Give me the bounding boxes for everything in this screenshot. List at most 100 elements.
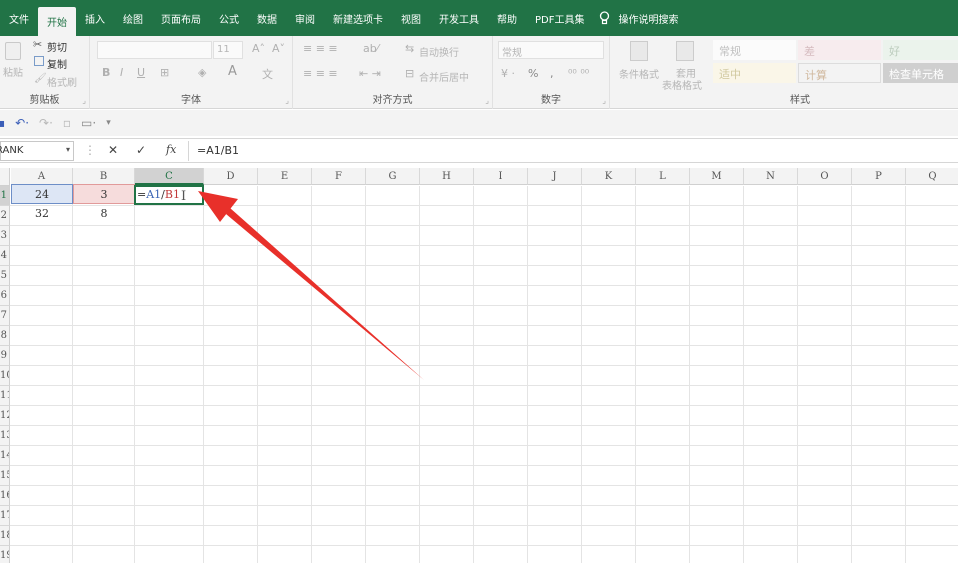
underline-button[interactable]: U (137, 66, 145, 79)
paste-icon[interactable] (5, 42, 21, 60)
worksheet-grid[interactable]: ABCDEFGHIJKLMNOPQ 1234567891011121314151… (0, 168, 958, 563)
italic-button[interactable]: I (120, 66, 123, 79)
currency-icon[interactable]: ¥ · (501, 67, 515, 80)
undo-icon[interactable]: ↶· (15, 116, 29, 130)
tab-file[interactable]: 文件 (0, 0, 38, 36)
border-icon[interactable]: ⊞ (160, 66, 169, 79)
number-format-select[interactable]: 常规 (498, 41, 604, 59)
format-painter-button[interactable]: 格式刷 (47, 74, 77, 89)
row-header-9[interactable]: 9 (0, 346, 10, 366)
column-header-d[interactable]: D (204, 168, 258, 185)
row-header-7[interactable]: 7 (0, 306, 10, 326)
cell-b1[interactable]: 3 (73, 184, 135, 204)
column-header-b[interactable]: B (73, 168, 135, 185)
tab-data[interactable]: 数据 (248, 0, 286, 36)
cancel-icon[interactable]: ✕ (108, 143, 118, 157)
enter-icon[interactable]: ✓ (136, 143, 146, 157)
row-header-2[interactable]: 2 (0, 206, 10, 226)
row-header-5[interactable]: 5 (0, 266, 10, 286)
wrap-text-icon[interactable]: ⇆ (405, 42, 414, 55)
insert-function-icon[interactable]: fx (166, 143, 176, 156)
column-header-j[interactable]: J (528, 168, 582, 185)
column-header-p[interactable]: P (852, 168, 906, 185)
bold-button[interactable]: B (102, 66, 110, 79)
orientation-icon[interactable]: ab⁄ (363, 42, 379, 55)
tab-view[interactable]: 视图 (392, 0, 430, 36)
launcher-icon[interactable]: ⌟ (602, 96, 606, 105)
column-header-m[interactable]: M (690, 168, 744, 185)
style-calculation[interactable]: 计算 (798, 63, 881, 83)
row-header-11[interactable]: 11 (0, 386, 10, 406)
align-top-icon[interactable]: ≡ ≡ ≡ (303, 42, 338, 55)
column-header-i[interactable]: I (474, 168, 528, 185)
phonetic-icon[interactable]: 文 (262, 66, 273, 82)
table-format-button-line2[interactable]: 表格格式 (662, 77, 702, 92)
align-left-icon[interactable]: ≡ ≡ ≡ (303, 67, 338, 80)
customize-toolbar-icon[interactable]: ▾ (106, 118, 111, 128)
cell-a2[interactable]: 32 (11, 204, 73, 224)
conditional-format-button[interactable]: 条件格式 (619, 66, 659, 81)
tab-draw[interactable]: 绘图 (114, 0, 152, 36)
tab-new-tab[interactable]: 新建选项卡 (324, 0, 392, 36)
cell-c1-editing[interactable]: =A1/B1 (134, 185, 204, 205)
tab-home[interactable]: 开始 (38, 7, 76, 36)
style-check-cell[interactable]: 检查单元格 (883, 63, 958, 83)
paste-button[interactable]: 粘贴 (3, 64, 23, 79)
column-header-q[interactable]: Q (906, 168, 958, 185)
cut-button[interactable]: 剪切 (47, 39, 67, 54)
decimal-icon[interactable]: ⁰⁰ ⁰⁰ (568, 67, 589, 80)
row-header-15[interactable]: 15 (0, 466, 10, 486)
row-header-14[interactable]: 14 (0, 446, 10, 466)
row-header-3[interactable]: 3 (0, 226, 10, 246)
row-header-12[interactable]: 12 (0, 406, 10, 426)
merge-icon[interactable]: ⊟ (405, 67, 414, 80)
style-bad[interactable]: 差 (798, 40, 881, 60)
tab-help[interactable]: 帮助 (488, 0, 526, 36)
column-header-e[interactable]: E (258, 168, 312, 185)
fill-color-icon[interactable]: ◈ (198, 66, 206, 79)
row-header-17[interactable]: 17 (0, 506, 10, 526)
tell-me-search[interactable]: 操作说明搜索 (616, 0, 687, 36)
column-header-f[interactable]: F (312, 168, 366, 185)
row-header-1[interactable]: 1 (0, 186, 10, 206)
name-box[interactable]: RANK ▾ (0, 141, 74, 161)
cell-a1[interactable]: 24 (11, 184, 73, 204)
style-neutral[interactable]: 适中 (713, 63, 796, 83)
style-normal[interactable]: 常规 (713, 40, 796, 60)
print-preview-icon[interactable]: ▫ (63, 116, 71, 130)
column-header-c[interactable]: C (135, 168, 204, 185)
row-header-8[interactable]: 8 (0, 326, 10, 346)
tab-review[interactable]: 审阅 (286, 0, 324, 36)
select-all-corner[interactable] (0, 168, 10, 186)
column-header-h[interactable]: H (420, 168, 474, 185)
wrap-text-button[interactable]: 自动换行 (419, 44, 459, 59)
copy-button[interactable]: 复制 (47, 56, 67, 71)
chevron-down-icon[interactable]: ▾ (66, 145, 70, 154)
row-header-6[interactable]: 6 (0, 286, 10, 306)
column-header-g[interactable]: G (366, 168, 420, 185)
column-header-l[interactable]: L (636, 168, 690, 185)
percent-button[interactable]: % (528, 67, 538, 80)
shrink-font-icon[interactable]: A˅ (272, 42, 285, 55)
tab-developer[interactable]: 开发工具 (430, 0, 488, 36)
merge-center-button[interactable]: 合并后居中 (419, 69, 469, 84)
tab-page-layout[interactable]: 页面布局 (152, 0, 210, 36)
tab-insert[interactable]: 插入 (76, 0, 114, 36)
column-header-a[interactable]: A (11, 168, 73, 185)
tab-pdf-tools[interactable]: PDF工具集 (526, 0, 593, 36)
column-header-o[interactable]: O (798, 168, 852, 185)
lightbulb-icon[interactable] (599, 0, 610, 36)
row-header-16[interactable]: 16 (0, 486, 10, 506)
launcher-icon[interactable]: ⌟ (485, 96, 489, 105)
row-header-13[interactable]: 13 (0, 426, 10, 446)
font-color-button[interactable]: A (228, 64, 237, 79)
conditional-format-icon[interactable] (630, 41, 648, 61)
table-format-icon[interactable] (676, 41, 694, 61)
column-header-k[interactable]: K (582, 168, 636, 185)
cell-b2[interactable]: 8 (73, 204, 135, 224)
font-size-select[interactable]: 11 (213, 41, 243, 59)
redo-icon[interactable]: ↷· (39, 116, 53, 130)
comma-button[interactable]: , (550, 67, 554, 80)
style-good[interactable]: 好 (883, 40, 958, 60)
launcher-icon[interactable]: ⌟ (285, 96, 289, 105)
